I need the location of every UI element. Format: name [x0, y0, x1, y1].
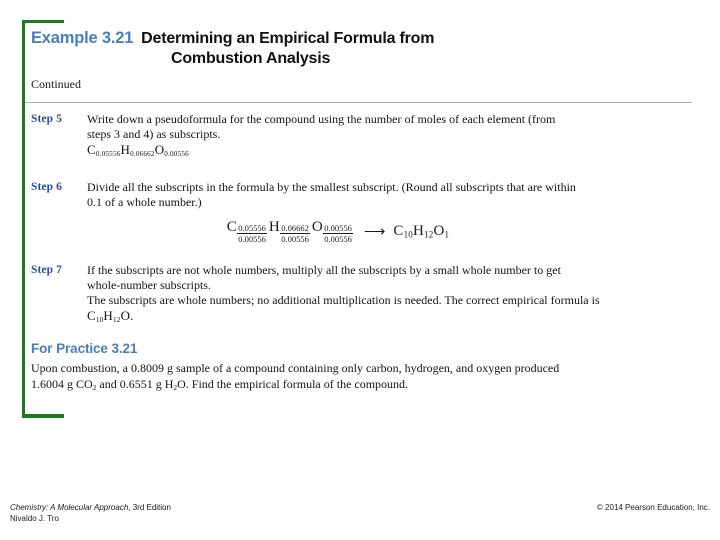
equation-term-carbon: C 0.05556 0.00556 [227, 219, 269, 244]
pseudoformula-hydrogen-subscript: 0.06662 [130, 150, 155, 159]
footer-source-credit: Chemistry: A Molecular Approach, 3rd Edi… [10, 502, 171, 524]
step-body-7: If the subscripts are not whole numbers,… [87, 263, 691, 325]
pseudoformula-oxygen-subscript: 0.00556 [164, 150, 189, 159]
for-practice-line-2-part-a: 1.6004 g CO [31, 376, 93, 391]
pseudoformula-carbon-subscript: 0.05556 [95, 150, 121, 159]
step-body-5: Write down a pseudoformula for the compo… [87, 112, 691, 159]
equation-term-oxygen: O 0.00556 0.00556 [312, 219, 355, 244]
equation-oxygen-numerator: 0.00556 [323, 223, 353, 234]
equation-carbon-fraction: 0.05556 0.00556 [237, 223, 267, 244]
division-equation-figure: C 0.05556 0.00556 H 0.06662 0.00556 O 0.… [0, 219, 720, 244]
footer-book-title: Chemistry: A Molecular Approach [10, 503, 129, 512]
step-7-final-formula: C10H12O. [87, 308, 134, 325]
step-6-text-line-1: Divide all the subscripts in the formula… [87, 180, 576, 194]
equation-carbon-numerator: 0.05556 [237, 223, 267, 234]
slide-header: Example 3.21 Determining an Empirical For… [31, 29, 691, 92]
right-arrow-icon: ⟶ [363, 224, 385, 240]
footer-copyright: © 2014 Pearson Education, Inc. [596, 503, 710, 512]
green-frame-bottom-segment [22, 414, 64, 418]
step-body-6: Divide all the subscripts in the formula… [87, 180, 691, 210]
equation-carbon-denominator: 0.00556 [238, 234, 266, 244]
equation-result-formula: C10H12O1 [393, 223, 449, 240]
footer-book-line: Chemistry: A Molecular Approach, 3rd Edi… [10, 502, 171, 513]
for-practice-line-2: 1.6004 g CO2 and 0.6551 g H2O. Find the … [31, 377, 691, 393]
page-title-line-2: Combustion Analysis [171, 50, 331, 67]
for-practice-heading: For Practice 3.21 [31, 341, 138, 356]
result-hydrogen-symbol: H [413, 223, 425, 239]
for-practice-line-2-part-b: and 0.6551 g H [96, 376, 174, 391]
green-frame-top-segment [22, 20, 64, 23]
for-practice-line-2-part-c: O. Find the empirical formula of the com… [177, 376, 409, 391]
for-practice-line-1: Upon combustion, a 0.8009 g sample of a … [31, 361, 560, 375]
step-7-text-line-2: whole-number subscripts. [87, 278, 211, 292]
slide-footer: Chemistry: A Molecular Approach, 3rd Edi… [10, 502, 710, 524]
final-formula-carbon-subscript: 10 [95, 316, 104, 325]
step-row-7: Step 7 If the subscripts are not whole n… [31, 263, 691, 325]
equation-oxygen-denominator: 0.00556 [324, 234, 352, 244]
equation-carbon-symbol: C [226, 219, 237, 235]
step-7-text-line-1: If the subscripts are not whole numbers,… [87, 263, 561, 277]
step-label-5: Step 5 [31, 113, 62, 125]
result-hydrogen-subscript: 12 [424, 229, 434, 240]
final-formula-hydrogen-subscript: 12 [113, 316, 121, 325]
step-row-6: Step 6 Divide all the subscripts in the … [31, 180, 691, 210]
step-label-7: Step 7 [31, 264, 62, 276]
result-carbon-symbol: C [393, 223, 404, 239]
for-practice-body: Upon combustion, a 0.8009 g sample of a … [31, 361, 691, 392]
result-carbon-subscript: 10 [403, 229, 413, 240]
equation-oxygen-fraction: 0.00556 0.00556 [323, 223, 353, 244]
step-6-text-line-2: 0.1 of a whole number.) [87, 195, 202, 209]
pseudoformula: C0.05556H0.06662O0.00556 [87, 142, 189, 159]
equation-hydrogen-symbol: H [268, 219, 280, 235]
equation-hydrogen-numerator: 0.06662 [280, 223, 310, 234]
result-oxygen-subscript: 1 [444, 229, 450, 240]
continued-label: Continued [31, 77, 81, 91]
step-label-6: Step 6 [31, 181, 62, 193]
result-oxygen-symbol: O [433, 223, 445, 239]
footer-book-edition: , 3rd Edition [128, 503, 171, 512]
example-number-label: Example 3.21 [31, 29, 134, 47]
for-practice-section: For Practice 3.21 Upon combustion, a 0.8… [31, 341, 691, 392]
header-divider [25, 102, 692, 103]
step-row-5: Step 5 Write down a pseudoformula for th… [31, 112, 691, 159]
step-5-text-line-2: steps 3 and 4) as subscripts. [87, 127, 221, 141]
footer-author: Nivaldo J. Tro [10, 514, 59, 523]
step-7-text-line-3: The subscripts are whole numbers; no add… [87, 293, 600, 307]
equation-oxygen-symbol: O [311, 219, 323, 235]
title-row: Example 3.21 Determining an Empirical For… [31, 29, 691, 48]
step-5-text-line-1: Write down a pseudoformula for the compo… [87, 112, 556, 126]
equation-hydrogen-denominator: 0.00556 [281, 234, 309, 244]
equation-inner: C 0.05556 0.00556 H 0.06662 0.00556 O 0.… [227, 219, 449, 244]
page-title-line-1: Determining an Empirical Formula from [141, 30, 435, 47]
equation-hydrogen-fraction: 0.06662 0.00556 [280, 223, 310, 244]
equation-term-hydrogen: H 0.06662 0.00556 [269, 219, 312, 244]
